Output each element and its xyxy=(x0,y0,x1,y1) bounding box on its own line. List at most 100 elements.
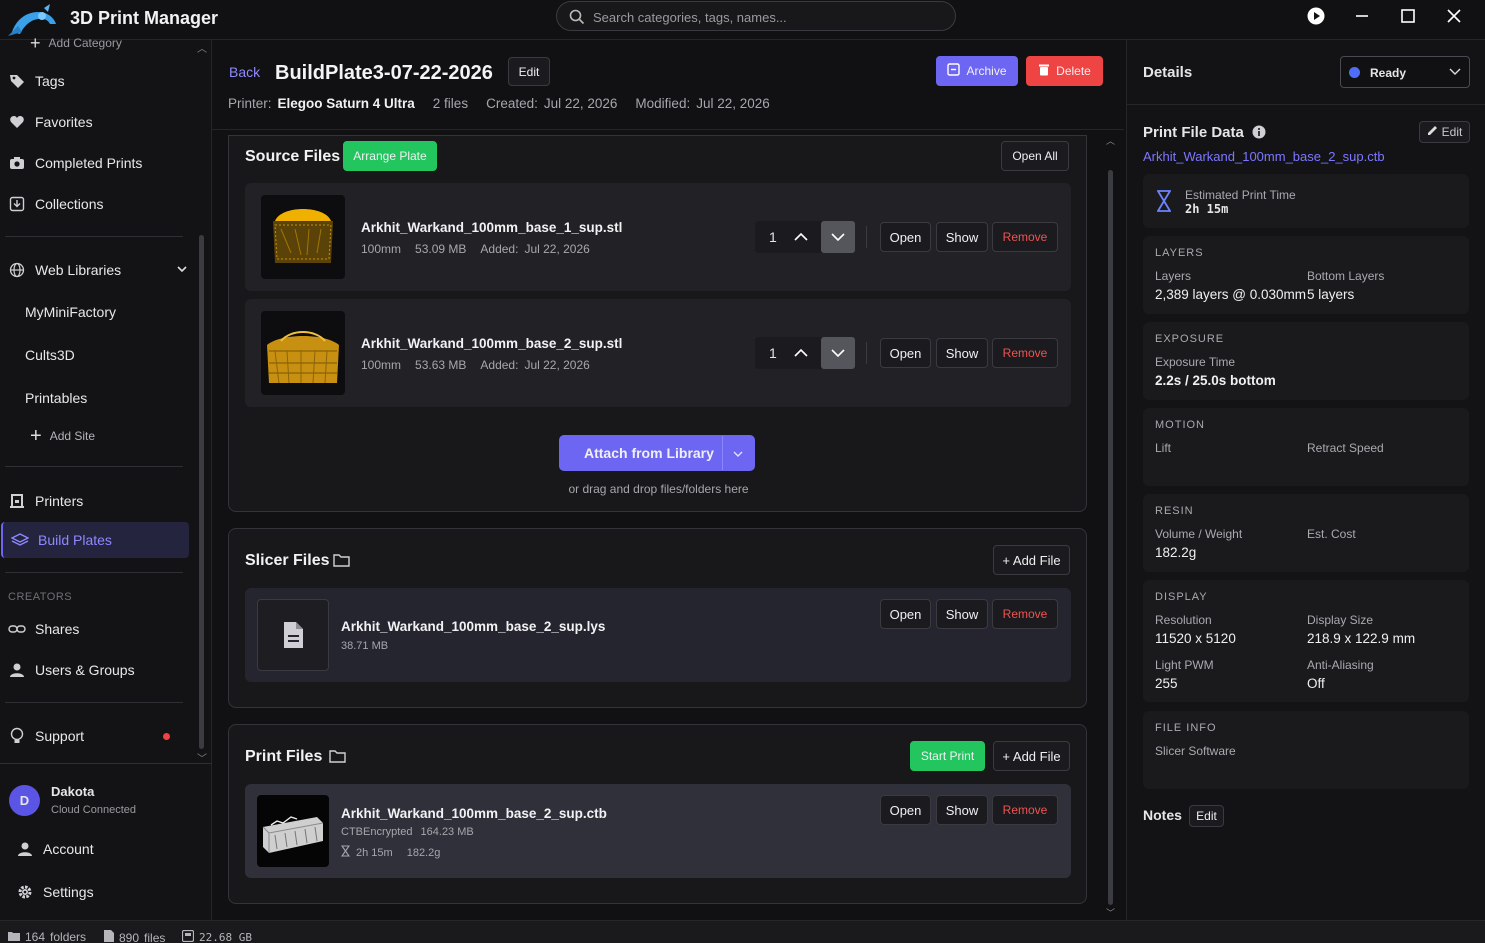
maximize-button[interactable] xyxy=(1393,4,1423,28)
scroll-up-icon[interactable]: ︿ xyxy=(197,40,207,55)
document-icon xyxy=(257,599,329,671)
print-file-data-title: Print File Data xyxy=(1143,124,1244,141)
pencil-icon xyxy=(1427,125,1438,139)
add-site-button[interactable]: + Add Site xyxy=(30,426,95,446)
scroll-down-icon[interactable]: ﹀ xyxy=(1106,906,1115,919)
search-input[interactable] xyxy=(593,7,943,27)
source-files-title: Source Files xyxy=(245,148,341,165)
chevron-down-icon[interactable] xyxy=(732,447,744,463)
arrange-plate-button[interactable]: Arrange Plate xyxy=(343,141,437,171)
main-scrollbar[interactable] xyxy=(1108,170,1113,905)
delete-button[interactable]: Delete xyxy=(1026,56,1103,86)
folder-icon[interactable] xyxy=(333,553,350,570)
source-file-row[interactable]: Arkhit_Warkand_100mm_base_1_sup.stl 100m… xyxy=(245,183,1071,291)
sidebar-item-account[interactable]: Account xyxy=(0,834,200,864)
print-file-row[interactable]: Arkhit_Warkand_100mm_base_2_sup.ctb CTBE… xyxy=(245,784,1071,878)
slicer-files-title: Slicer Files xyxy=(245,552,330,569)
heart-icon xyxy=(8,113,26,131)
notes-title: Notes xyxy=(1143,807,1182,823)
add-slicer-file-button[interactable]: + Add File xyxy=(993,545,1070,575)
chevron-down-icon[interactable] xyxy=(821,221,855,253)
edit-title-button[interactable]: Edit xyxy=(508,57,550,86)
print-files-card: Print Files Start Print + Add File Arkhi… xyxy=(228,724,1087,904)
print-stats: 2h 15m 182.2g xyxy=(340,845,440,860)
sidebar-site-printables[interactable]: Printables xyxy=(25,390,87,406)
slicer-file-row[interactable]: Arkhit_Warkand_100mm_base_2_sup.lys 38.7… xyxy=(245,588,1071,682)
status-dot xyxy=(1349,67,1360,78)
sidebar-item-shares[interactable]: Shares xyxy=(0,614,200,644)
created-date: Jul 22, 2026 xyxy=(543,96,618,111)
open-button[interactable]: Open xyxy=(880,599,931,629)
file-size: 38.71 MB xyxy=(341,640,389,652)
minimize-button[interactable] xyxy=(1347,4,1377,28)
edit-notes-button[interactable]: Edit xyxy=(1189,805,1224,827)
source-file-row[interactable]: Arkhit_Warkand_100mm_base_2_sup.stl 100m… xyxy=(245,299,1071,407)
sidebar-item-completed-prints[interactable]: Completed Prints xyxy=(0,148,200,178)
play-button[interactable] xyxy=(1301,4,1331,28)
archive-button[interactable]: Archive xyxy=(936,56,1018,86)
file-info-section: FILE INFO Slicer Software xyxy=(1143,711,1469,789)
print-file-link[interactable]: Arkhit_Warkand_100mm_base_2_sup.ctb xyxy=(1143,149,1385,164)
sidebar-item-tags[interactable]: Tags xyxy=(0,66,200,96)
chevron-up-icon[interactable] xyxy=(793,345,809,364)
edit-file-data-button[interactable]: Edit xyxy=(1419,121,1470,143)
status-select[interactable]: Ready xyxy=(1340,56,1470,88)
show-button[interactable]: Show xyxy=(936,338,988,368)
trash-icon xyxy=(1038,63,1050,79)
chevron-down-icon xyxy=(1448,66,1462,81)
file-meta: CTBEncrypted 164.23 MB xyxy=(341,826,474,838)
folder-icon[interactable] xyxy=(329,749,346,766)
quantity-stepper[interactable]: 1 xyxy=(755,221,855,253)
print-files-title: Print Files xyxy=(245,748,323,765)
quantity-stepper[interactable]: 1 xyxy=(755,337,855,369)
close-button[interactable] xyxy=(1439,4,1469,28)
sidebar-item-collections[interactable]: Collections xyxy=(0,189,200,219)
disk-icon xyxy=(181,929,195,943)
sidebar-item-printers[interactable]: Printers xyxy=(0,486,200,516)
open-button[interactable]: Open xyxy=(880,222,931,252)
chevron-up-icon[interactable] xyxy=(793,229,809,248)
remove-button[interactable]: Remove xyxy=(992,795,1058,825)
show-button[interactable]: Show xyxy=(936,795,988,825)
sidebar-item-web-libraries[interactable]: Web Libraries xyxy=(0,255,190,285)
quantity-value: 1 xyxy=(769,345,777,361)
avatar[interactable]: D xyxy=(9,785,40,816)
sidebar-scrollbar[interactable] xyxy=(199,235,204,749)
sidebar-site-cults3d[interactable]: Cults3D xyxy=(25,347,75,363)
motion-section: MOTION Lift Retract Speed xyxy=(1143,408,1469,486)
remove-button[interactable]: Remove xyxy=(992,599,1058,629)
scroll-up-icon[interactable]: ︿ xyxy=(1106,134,1115,147)
show-button[interactable]: Show xyxy=(936,599,988,629)
info-icon[interactable] xyxy=(1252,125,1266,142)
sidebar-site-myminifactory[interactable]: MyMiniFactory xyxy=(25,304,116,320)
add-print-file-button[interactable]: + Add File xyxy=(993,741,1070,771)
back-link[interactable]: Back xyxy=(229,64,260,80)
remove-button[interactable]: Remove xyxy=(992,222,1058,252)
divider xyxy=(866,342,867,364)
sidebar-item-settings[interactable]: Settings xyxy=(0,877,200,907)
show-button[interactable]: Show xyxy=(936,222,988,252)
add-category-button[interactable]: + Add Category xyxy=(30,34,122,52)
resin-section: RESIN Volume / Weight 182.2g Est. Cost xyxy=(1143,494,1469,572)
sidebar-item-favorites[interactable]: Favorites xyxy=(0,107,200,137)
chevron-down-icon[interactable] xyxy=(821,337,855,369)
sidebar-item-users-groups[interactable]: Users & Groups xyxy=(0,655,200,685)
sidebar-item-support[interactable]: Support xyxy=(0,721,180,751)
attach-from-library-button[interactable]: Attach from Library xyxy=(559,435,755,471)
file-name: Arkhit_Warkand_100mm_base_1_sup.stl xyxy=(361,220,623,235)
archive-icon xyxy=(947,63,961,79)
sidebar-item-build-plates[interactable]: Build Plates xyxy=(1,522,189,558)
open-all-button[interactable]: Open All xyxy=(1001,141,1069,171)
modified-date: Jul 22, 2026 xyxy=(696,96,770,111)
hourglass-icon xyxy=(340,845,351,860)
minimize-icon xyxy=(1356,15,1368,17)
details-title: Details xyxy=(1143,64,1193,81)
open-button[interactable]: Open xyxy=(880,795,931,825)
file-name: Arkhit_Warkand_100mm_base_2_sup.ctb xyxy=(341,806,607,821)
global-search[interactable] xyxy=(556,1,956,31)
divider xyxy=(5,702,183,703)
notification-dot xyxy=(163,733,170,740)
open-button[interactable]: Open xyxy=(880,338,931,368)
remove-button[interactable]: Remove xyxy=(992,338,1058,368)
start-print-button[interactable]: Start Print xyxy=(910,741,985,771)
